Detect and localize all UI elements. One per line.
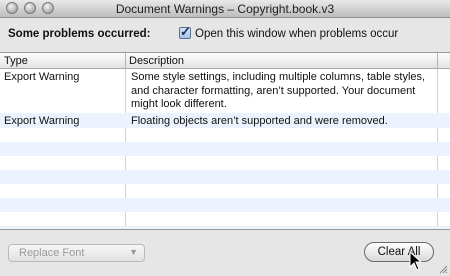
window-title: Document Warnings – Copyright.book.v3 [115, 2, 335, 16]
column-header-divider[interactable] [437, 53, 438, 68]
column-header-description[interactable]: Description [129, 55, 184, 67]
chevron-down-icon: ▼ [129, 247, 138, 257]
open-window-checkbox-label[interactable]: Open this window when problems occur [195, 28, 398, 40]
open-window-checkbox[interactable]: ✓ [179, 24, 191, 39]
document-warnings-window: Document Warnings – Copyright.book.v3 So… [0, 0, 450, 276]
row-type: Export Warning [4, 71, 80, 83]
empty-row [0, 198, 450, 212]
replace-font-label: Replace Font [19, 247, 85, 259]
resize-grip-icon[interactable] [438, 264, 448, 274]
replace-font-popup: Replace Font ▼ [8, 244, 145, 262]
empty-row [0, 142, 450, 156]
empty-row [0, 170, 450, 184]
problems-header: Some problems occurred: ✓ Open this wind… [0, 18, 450, 51]
empty-row [0, 128, 450, 142]
table-header: Type Description [0, 53, 450, 69]
checkmark-icon: ✓ [180, 24, 191, 39]
column-header-divider[interactable] [125, 53, 126, 68]
row-description: Floating objects aren’t supported and we… [131, 115, 388, 127]
empty-row [0, 156, 450, 170]
column-header-type[interactable]: Type [4, 55, 28, 67]
row-type: Export Warning [4, 115, 80, 127]
table-row[interactable]: Export Warning Floating objects aren’t s… [0, 113, 450, 128]
mouse-pointer-icon [409, 251, 423, 271]
clear-all-button[interactable]: Clear All [364, 242, 434, 262]
problems-label: Some problems occurred: [8, 28, 151, 40]
table-row[interactable]: Export Warning Some style settings, incl… [0, 69, 450, 113]
footer-bar: Replace Font ▼ Clear All [0, 230, 450, 276]
row-description: Some style settings, including multiple … [131, 71, 426, 110]
empty-row [0, 212, 450, 226]
title-bar[interactable]: Document Warnings – Copyright.book.v3 [0, 0, 450, 18]
empty-row [0, 184, 450, 198]
warnings-table[interactable]: Type Description Export Warning Some sty… [0, 52, 450, 230]
